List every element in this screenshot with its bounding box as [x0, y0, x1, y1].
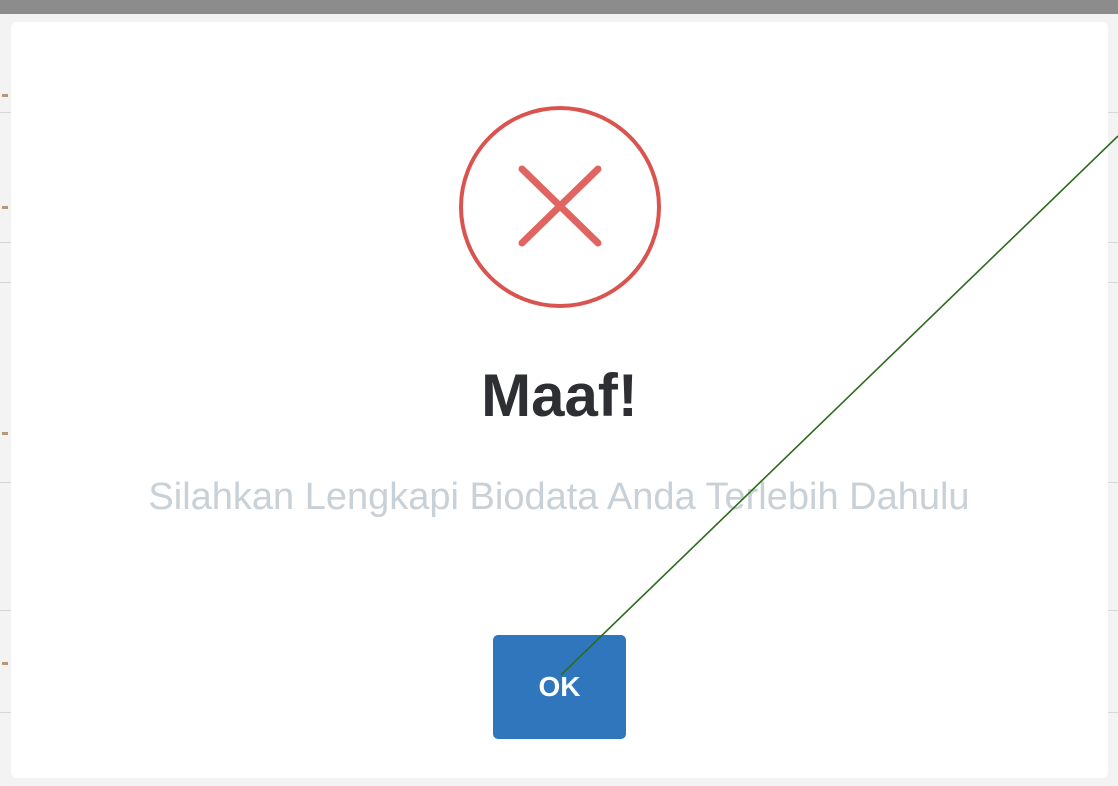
background-marker — [2, 94, 8, 97]
dialog-message: Silahkan Lengkapi Biodata Anda Terlebih … — [148, 476, 970, 518]
ok-button[interactable]: OK — [493, 635, 626, 739]
background-marker — [2, 432, 8, 435]
background-marker — [2, 206, 8, 209]
background-marker — [2, 662, 8, 665]
dialog-title: Maaf! — [481, 362, 638, 429]
